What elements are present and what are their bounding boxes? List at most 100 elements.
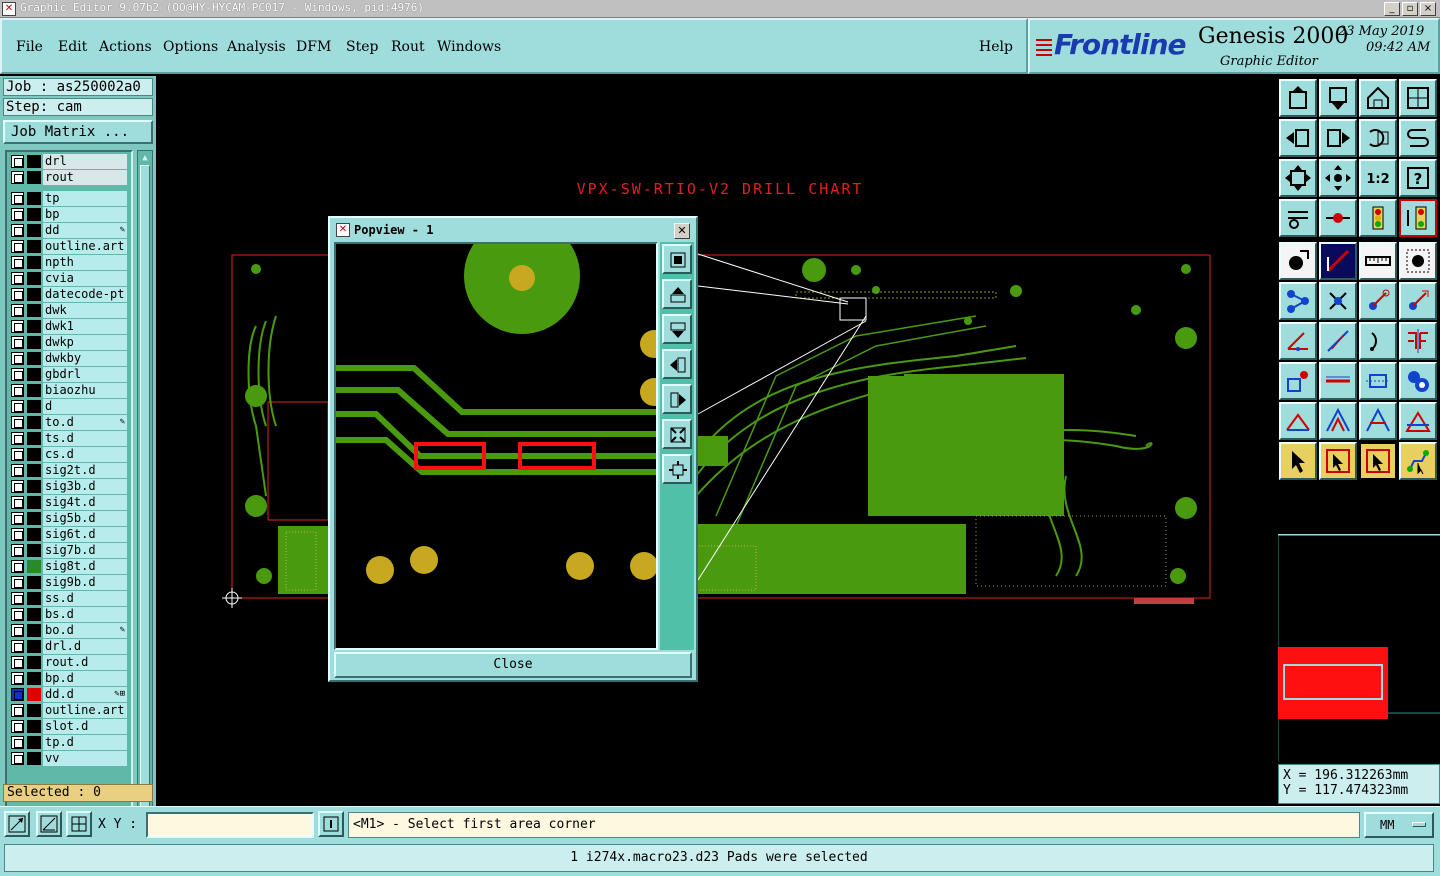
layer-checkbox[interactable] <box>11 240 24 253</box>
layer-name[interactable]: sig2t.d <box>43 463 127 478</box>
layer-checkbox[interactable] <box>11 224 24 237</box>
snap-mode-icon[interactable] <box>4 811 30 837</box>
menu-file[interactable]: File <box>16 39 43 55</box>
area-select-icon[interactable] <box>1359 442 1397 480</box>
layer-name[interactable]: sig9b.d <box>43 575 127 590</box>
layer-row[interactable]: bp <box>9 207 127 222</box>
signal-colors-icon[interactable] <box>1399 199 1437 237</box>
layer-color-swatch[interactable] <box>27 288 41 301</box>
layer-checkbox[interactable] <box>11 171 24 184</box>
layer-name[interactable]: tp <box>43 191 127 206</box>
layer-checkbox[interactable] <box>11 155 24 168</box>
layer-checkbox[interactable] <box>11 720 24 733</box>
layer-checkbox[interactable] <box>11 560 24 573</box>
layer-row[interactable]: to.d ✎ <box>9 415 127 430</box>
layer-row[interactable]: gbdrl <box>9 367 127 382</box>
layer-checkbox[interactable] <box>11 320 24 333</box>
layer-row[interactable]: slot.d <box>9 719 127 734</box>
layer-name[interactable]: cs.d <box>43 447 127 462</box>
layer-name[interactable]: cvia <box>43 271 127 286</box>
menu-edit[interactable]: Edit <box>58 39 87 55</box>
line-tool-icon[interactable] <box>1319 362 1357 400</box>
layer-color-swatch[interactable] <box>27 432 41 445</box>
layer-name[interactable]: dd <box>43 223 127 238</box>
layer-name[interactable]: drl.d <box>43 639 127 654</box>
layer-row[interactable]: bs.d <box>9 607 127 622</box>
layer-color-swatch[interactable] <box>27 448 41 461</box>
layer-row[interactable]: sig8t.d <box>9 559 127 574</box>
layer-row[interactable]: sig7b.d <box>9 543 127 558</box>
layer-checkbox[interactable] <box>11 464 24 477</box>
layer-color-swatch[interactable] <box>27 496 41 509</box>
layer-row[interactable]: drl.d <box>9 639 127 654</box>
select-pointer-icon[interactable] <box>1279 242 1317 280</box>
layer-checkbox[interactable] <box>11 640 24 653</box>
menu-dfm[interactable]: DFM <box>296 39 331 55</box>
layer-color-swatch[interactable] <box>27 720 41 733</box>
layer-name[interactable]: slot.d <box>43 719 127 734</box>
layer-name[interactable]: outline.art <box>43 703 127 718</box>
layer-checkbox[interactable] <box>11 208 24 221</box>
layer-color-swatch[interactable] <box>27 480 41 493</box>
layer-color-swatch[interactable] <box>27 368 41 381</box>
layer-checkbox[interactable] <box>11 672 24 685</box>
layer-row[interactable]: dwk <box>9 303 127 318</box>
layer-list-scrollbar[interactable]: ▲ ▼ <box>137 150 153 854</box>
layer-name[interactable]: gbdrl <box>43 367 127 382</box>
layer-checkbox[interactable] <box>11 752 24 765</box>
layer-name[interactable]: dwk <box>43 303 127 318</box>
layer-checkbox[interactable] <box>11 304 24 317</box>
scrollbar-thumb[interactable] <box>140 165 150 835</box>
layer-checkbox[interactable] <box>11 528 24 541</box>
layer-row[interactable]: outline.art <box>9 239 127 254</box>
layer-color-swatch[interactable] <box>27 304 41 317</box>
home-view-icon[interactable] <box>1359 79 1397 117</box>
layer-checkbox[interactable] <box>11 576 24 589</box>
pan-right-icon[interactable] <box>1319 119 1357 157</box>
layer-checkbox[interactable] <box>11 352 24 365</box>
layer-color-swatch[interactable] <box>27 736 41 749</box>
layer-name[interactable]: biaozhu <box>43 383 127 398</box>
layer-color-swatch[interactable] <box>27 576 41 589</box>
layer-color-swatch[interactable] <box>27 400 41 413</box>
layer-name[interactable]: tp.d <box>43 735 127 750</box>
layer-row[interactable]: dwkby <box>9 351 127 366</box>
layer-name[interactable]: bp.d <box>43 671 127 686</box>
layer-checkbox[interactable] <box>11 336 24 349</box>
layer-name[interactable]: sig7b.d <box>43 543 127 558</box>
arrow-pointer-icon[interactable] <box>1279 442 1317 480</box>
layer-name[interactable]: ts.d <box>43 431 127 446</box>
layer-name[interactable]: rout.d <box>43 655 127 670</box>
layer-color-swatch[interactable] <box>27 320 41 333</box>
close-window-button[interactable]: × <box>1420 2 1436 16</box>
layer-name[interactable]: d <box>43 399 127 414</box>
layer-color-swatch[interactable] <box>27 224 41 237</box>
layer-row[interactable]: datecode-pt <box>9 287 127 302</box>
layer-row[interactable]: sig9b.d <box>9 575 127 590</box>
layer-name[interactable]: sig6t.d <box>43 527 127 542</box>
popview-close-icon[interactable]: ✕ <box>674 223 690 239</box>
popview-zoom-in-icon[interactable] <box>662 419 692 449</box>
menu-options[interactable]: Options <box>163 39 218 55</box>
info-icon[interactable] <box>318 811 344 837</box>
layer-checkbox[interactable] <box>11 704 24 717</box>
layer-row[interactable]: rout <box>9 170 127 185</box>
mirror-tool-icon[interactable] <box>1399 322 1437 360</box>
layer-row[interactable]: biaozhu <box>9 383 127 398</box>
scroll-up-icon[interactable]: ▲ <box>140 153 150 163</box>
angle-tool-icon[interactable] <box>1279 322 1317 360</box>
layer-name[interactable]: drl <box>43 154 127 169</box>
layer-checkbox[interactable] <box>11 624 24 637</box>
layer-checkbox[interactable] <box>11 512 24 525</box>
layer-row[interactable]: sig5b.d <box>9 511 127 526</box>
layer-row[interactable]: sig4t.d <box>9 495 127 510</box>
layer-row[interactable]: bo.d ✎ <box>9 623 127 638</box>
layer-color-swatch[interactable] <box>27 256 41 269</box>
layer-color-swatch[interactable] <box>27 752 41 765</box>
layer-name[interactable]: dwk1 <box>43 319 127 334</box>
layer-row[interactable]: dd ✎ <box>9 223 127 238</box>
layer-checkbox[interactable] <box>11 384 24 397</box>
popview-close-button[interactable]: Close <box>334 652 692 678</box>
connect-pads-icon[interactable] <box>1279 282 1317 320</box>
popview-zoom-out-icon[interactable] <box>662 454 692 484</box>
